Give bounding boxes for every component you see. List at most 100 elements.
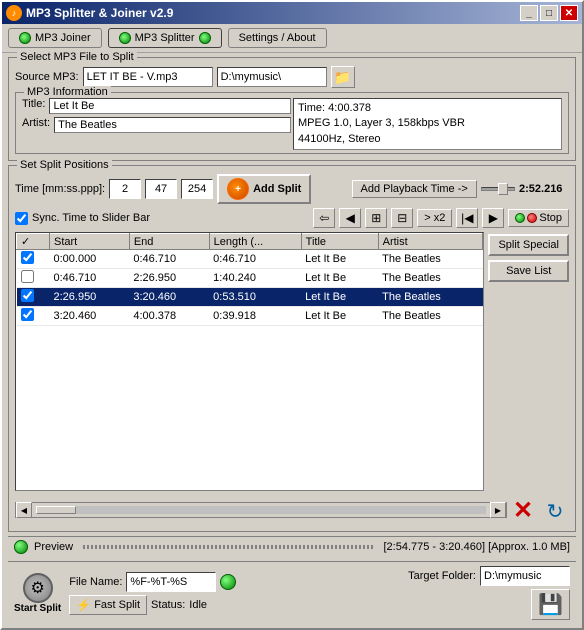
target-save-col: Target Folder: 💾 [408, 566, 570, 620]
hscroll-thumb[interactable] [36, 506, 76, 514]
browse-folder-button[interactable]: 📁 [331, 66, 355, 88]
source-file-input[interactable] [83, 67, 213, 87]
time-mm-input[interactable] [109, 179, 141, 199]
select-mp3-title: Select MP3 File to Split [17, 51, 137, 63]
hz-info: 44100Hz, Stereo [298, 132, 557, 147]
filename-row: File Name: [69, 572, 400, 592]
col-length: Length (... [209, 234, 301, 250]
cell-title-3: Let It Be [301, 307, 378, 326]
stop-button[interactable]: Stop [508, 209, 569, 227]
add-split-icon: + [227, 178, 249, 200]
title-bar-left: ♪ MP3 Splitter & Joiner v2.9 [6, 5, 173, 21]
start-split-button[interactable]: ⚙ Start Split [14, 573, 61, 614]
stop-label: Stop [539, 212, 562, 224]
status-value: Idle [189, 599, 207, 611]
forward-icon: ▶ [489, 211, 498, 225]
table-side-buttons: Split Special Save List [488, 232, 569, 491]
copy2-button[interactable]: ⊟ [391, 208, 413, 228]
x2-button[interactable]: > x2 [417, 209, 452, 227]
tab-settings[interactable]: Settings / About [228, 28, 327, 48]
source-row: Source MP3: 📁 [15, 66, 569, 88]
col-title: Title [301, 234, 378, 250]
source-path-input[interactable] [217, 67, 327, 87]
time-label: Time [mm:ss.ppp]: [15, 183, 105, 195]
add-playback-button[interactable]: Add Playback Time -> [352, 180, 477, 198]
artist-label: Artist: [22, 117, 50, 129]
fast-split-button[interactable]: ⚡ Fast Split [69, 595, 147, 615]
sync-controls-row: Sync. Time to Slider Bar ⇦ ◀ ⊞ ⊟ [15, 208, 569, 228]
col-artist: Artist [378, 234, 483, 250]
file-name-input[interactable] [126, 572, 216, 592]
lightning-icon: ⚡ [76, 598, 91, 612]
cell-artist-3: The Beatles [378, 307, 483, 326]
preview-time: [2:54.775 - 3:20.460] [Approx. 1.0 MB] [383, 541, 570, 553]
mp3-info-left: Title: Let It Be Artist: The Beatles [22, 98, 291, 150]
table-row[interactable]: 2:26.950 3:20.460 0:53.510 Let It Be The… [17, 288, 483, 307]
refresh-button[interactable]: ↻ [541, 497, 569, 525]
table-row[interactable]: 3:20.460 4:00.378 0:39.918 Let It Be The… [17, 307, 483, 326]
delete-button[interactable]: ✕ [509, 497, 537, 525]
copy1-button[interactable]: ⊞ [365, 208, 387, 228]
close-button[interactable]: ✕ [560, 5, 578, 21]
maximize-button[interactable]: □ [540, 5, 558, 21]
row-checkbox-1[interactable] [21, 270, 34, 283]
transport-controls: ⇦ ◀ ⊞ ⊟ > x2 |◀ [313, 208, 569, 228]
prev-icon: ⇦ [319, 211, 329, 225]
delete-icon: ✕ [513, 499, 533, 523]
tab-splitter[interactable]: MP3 Splitter [108, 28, 222, 48]
forward-button[interactable]: ▶ [482, 208, 504, 228]
split-table: ✓ Start End Length (... Title Artist 0:0… [16, 233, 483, 326]
row-checkbox-2[interactable] [21, 289, 34, 302]
tab-joiner[interactable]: MP3 Joiner [8, 28, 102, 48]
cell-artist-0: The Beatles [378, 250, 483, 269]
x2-label: > x2 [424, 212, 445, 224]
hscroll-track[interactable] [36, 506, 486, 514]
status-label: Status: [151, 599, 185, 611]
main-window: ♪ MP3 Splitter & Joiner v2.9 _ □ ✕ MP3 J… [0, 0, 584, 630]
prev-button[interactable]: ⇦ [313, 208, 335, 228]
cell-end-3: 4:00.378 [129, 307, 209, 326]
row-checkbox-0[interactable] [21, 251, 34, 264]
settings-label: Settings / About [239, 32, 316, 44]
back-button[interactable]: ◀ [339, 208, 361, 228]
mp3-info-group: MP3 Information Title: Let It Be Artist:… [15, 92, 569, 154]
save-button[interactable]: 💾 [531, 589, 570, 620]
scroll-left-button[interactable]: ◀ [16, 502, 32, 518]
minimize-button[interactable]: _ [520, 5, 538, 21]
mp3-info-grid: Title: Let It Be Artist: The Beatles Tim… [22, 98, 562, 150]
cell-start-2: 2:26.950 [49, 288, 129, 307]
split-section: Set Split Positions Time [mm:ss.ppp]: + … [8, 165, 576, 532]
hscrollbar[interactable]: ◀ ▶ [15, 502, 507, 518]
preview-track[interactable] [83, 545, 373, 549]
table-row[interactable]: 0:46.710 2:26.950 1:40.240 Let It Be The… [17, 269, 483, 288]
select-mp3-group: Select MP3 File to Split Source MP3: 📁 M… [8, 57, 576, 161]
time-ss-input[interactable] [145, 179, 177, 199]
prev2-button[interactable]: |◀ [456, 208, 478, 228]
table-wrapper: ✓ Start End Length (... Title Artist 0:0… [15, 232, 484, 491]
table-row[interactable]: 0:00.000 0:46.710 0:46.710 Let It Be The… [17, 250, 483, 269]
refresh-icon: ↻ [547, 499, 564, 524]
bottom-bar: ⚙ Start Split File Name: ⚡ Fast Split St… [8, 561, 576, 624]
add-split-button[interactable]: + Add Split [217, 174, 311, 204]
source-label: Source MP3: [15, 71, 79, 83]
sync-checkbox[interactable] [15, 212, 28, 225]
split-special-button[interactable]: Split Special [488, 234, 569, 256]
hscroll-area: ◀ ▶ [15, 502, 507, 518]
title-label: Title: [22, 98, 45, 110]
cell-end-1: 2:26.950 [129, 269, 209, 288]
time-ppp-input[interactable] [181, 179, 213, 199]
delete-refresh-row: ✕ ↻ [509, 497, 569, 525]
scroll-right-button[interactable]: ▶ [490, 502, 506, 518]
play-led [515, 213, 525, 223]
copy2-icon: ⊟ [397, 211, 407, 225]
cell-length-1: 1:40.240 [209, 269, 301, 288]
target-folder-input[interactable] [480, 566, 570, 586]
col-end: End [129, 234, 209, 250]
playback-slider[interactable] [481, 187, 515, 191]
save-list-button[interactable]: Save List [488, 260, 569, 282]
cell-title-1: Let It Be [301, 269, 378, 288]
cell-length-0: 0:46.710 [209, 250, 301, 269]
target-folder-label: Target Folder: [408, 570, 476, 582]
row-checkbox-3[interactable] [21, 308, 34, 321]
cell-length-2: 0:53.510 [209, 288, 301, 307]
